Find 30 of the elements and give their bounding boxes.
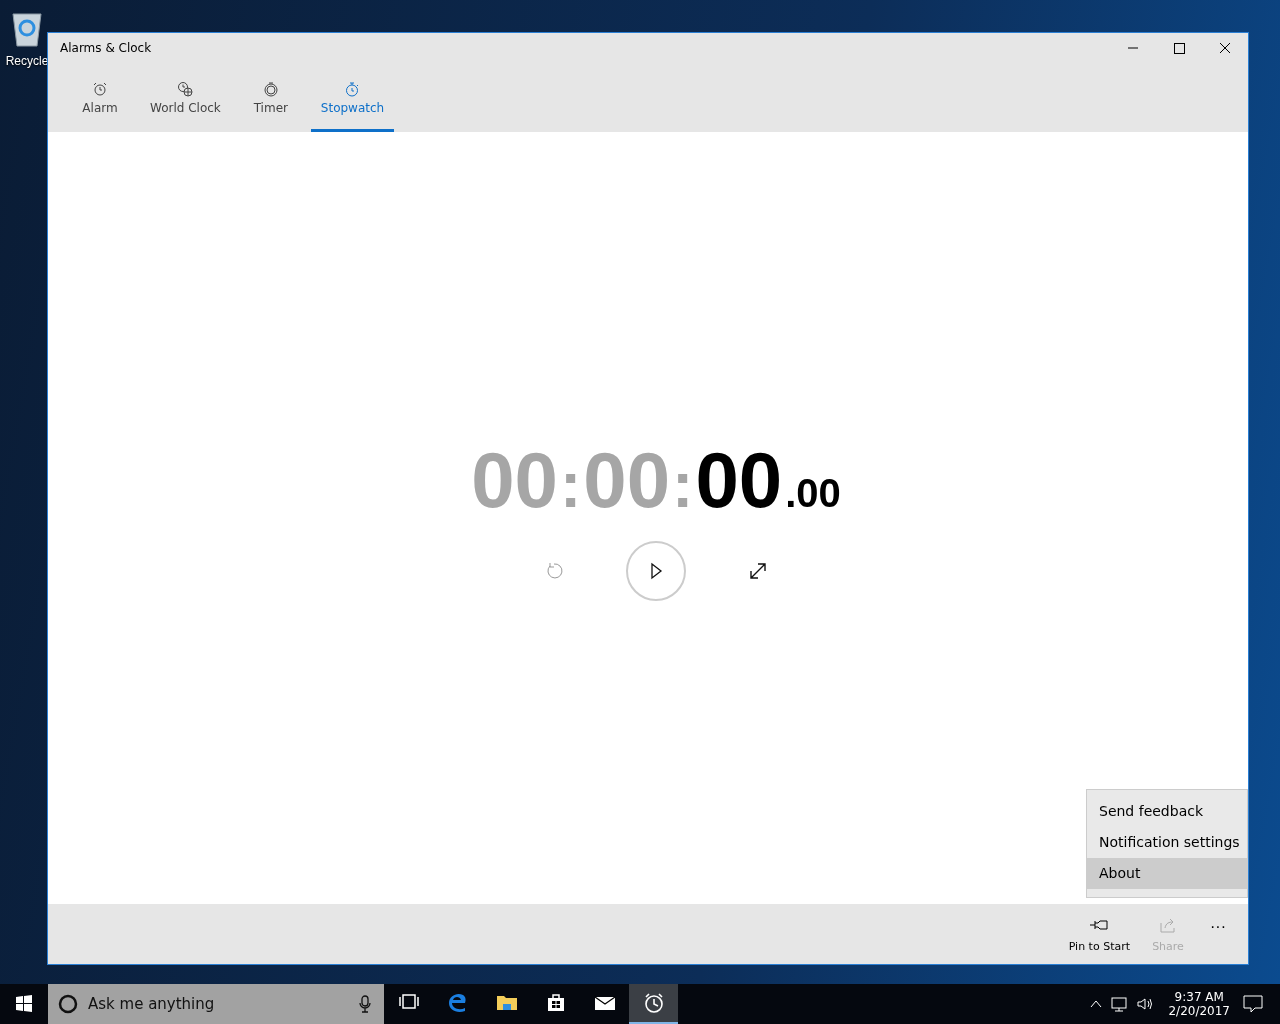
menu-item[interactable]: About xyxy=(1087,858,1247,889)
timer-icon xyxy=(262,81,279,97)
time-separator: : xyxy=(671,453,695,517)
reset-icon xyxy=(544,561,564,581)
time-digits: .00 xyxy=(785,473,841,513)
tab[interactable]: World Clock xyxy=(140,63,231,132)
clock-globe-icon xyxy=(177,81,194,97)
window-title: Alarms & Clock xyxy=(60,41,153,55)
menu-item[interactable]: Send feedback xyxy=(1087,796,1247,827)
time-digits: 00 xyxy=(583,441,671,519)
cortana-icon xyxy=(57,993,79,1015)
notifications-icon[interactable] xyxy=(1242,994,1264,1014)
time-digits: 00 xyxy=(471,441,558,519)
tab[interactable]: Timer xyxy=(230,63,311,132)
taskbar-app-button[interactable] xyxy=(629,984,678,1024)
clock-time[interactable]: 9:37 AM xyxy=(1174,989,1224,1004)
pin-to-start-button[interactable]: Pin to Start xyxy=(1060,909,1138,959)
stopwatch-icon xyxy=(344,81,361,97)
expand-icon xyxy=(748,561,768,581)
tab[interactable]: Alarm xyxy=(60,63,140,132)
time-digits: 00 xyxy=(695,441,783,519)
alarm-clock-icon xyxy=(92,81,108,97)
more-button[interactable]: ··· xyxy=(1198,918,1238,950)
time-separator: : xyxy=(559,453,583,517)
tab[interactable]: Stopwatch xyxy=(310,63,395,132)
clock-date[interactable]: 2/20/2017 xyxy=(1168,1004,1230,1019)
desktop-icon-label[interactable]: Recycle xyxy=(5,54,49,68)
microphone-icon xyxy=(358,994,372,1014)
search-field[interactable]: Ask me anything xyxy=(48,984,384,1024)
menu-item[interactable]: Notification settings xyxy=(1087,827,1247,858)
